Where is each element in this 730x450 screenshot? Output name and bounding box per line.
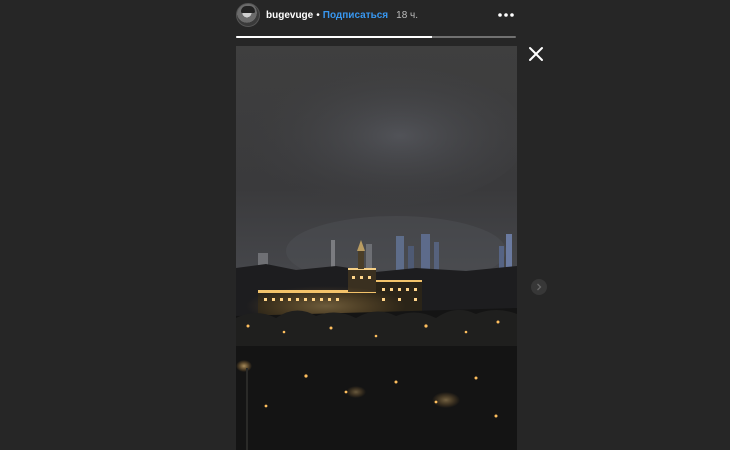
story-timestamp: 18 ч. bbox=[396, 9, 419, 21]
night-city-scene bbox=[236, 46, 517, 450]
avatar[interactable] bbox=[236, 3, 260, 27]
story-viewer: bugevuge • Подписаться 18 ч. bbox=[0, 0, 730, 450]
more-options-button[interactable] bbox=[496, 5, 516, 25]
story-progress-bar bbox=[236, 36, 516, 38]
follow-button[interactable]: Подписаться bbox=[323, 10, 388, 21]
separator-dot: • bbox=[316, 9, 320, 21]
more-horizontal-icon bbox=[498, 13, 514, 17]
close-icon bbox=[529, 47, 543, 61]
next-story-button[interactable] bbox=[531, 279, 547, 295]
username-link[interactable]: bugevuge bbox=[266, 10, 313, 21]
close-button[interactable] bbox=[527, 45, 545, 63]
chevron-right-icon bbox=[537, 283, 542, 291]
story-media-image[interactable] bbox=[236, 46, 517, 450]
story-header: bugevuge • Подписаться 18 ч. bbox=[236, 3, 516, 27]
story-progress-fill bbox=[236, 36, 432, 38]
